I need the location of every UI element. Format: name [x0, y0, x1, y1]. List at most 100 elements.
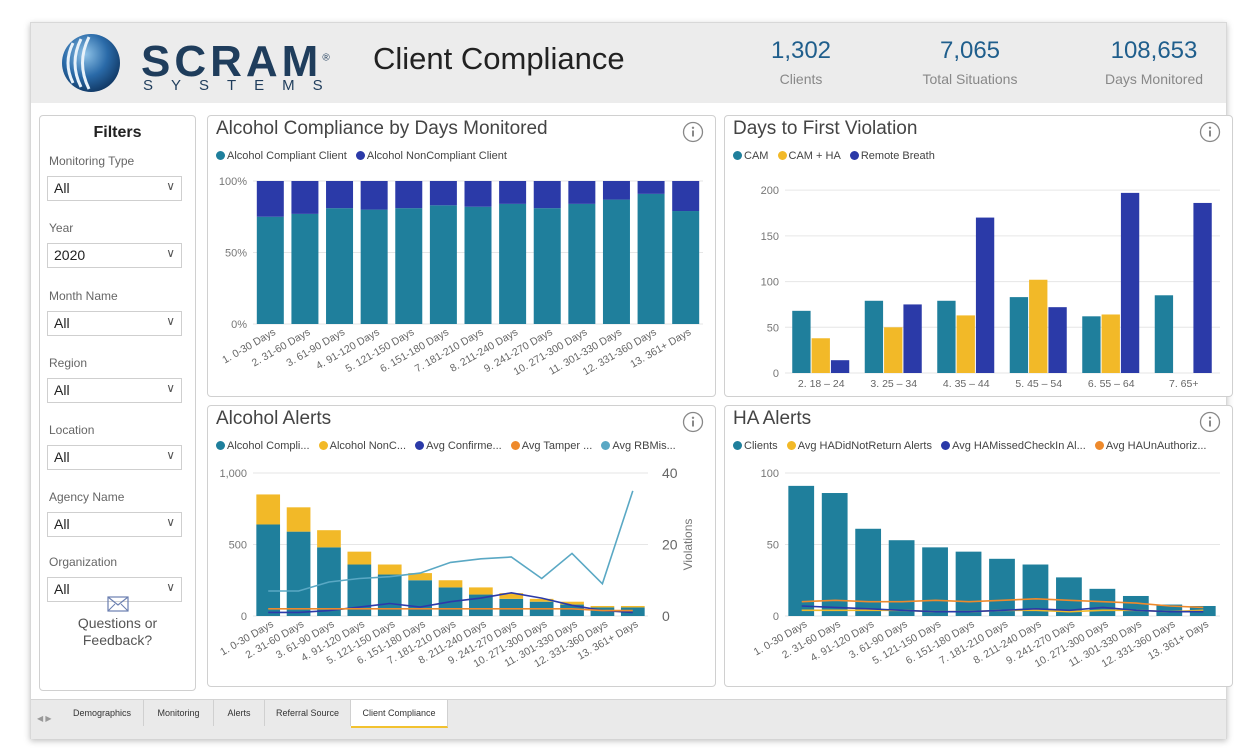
panel-days-to-first-violation: Days to First Violation CAM CAM + HA Rem…: [724, 115, 1233, 397]
legend-dot: [510, 441, 520, 450]
legend-dot: [216, 151, 225, 160]
legend-item[interactable]: Alcohol Compli...: [216, 440, 310, 452]
legend-label: Avg Tamper ...: [521, 440, 593, 452]
ha-alerts-chart: 0501001. 0-30 Days2. 31-60 Days4. 91-120…: [752, 468, 1220, 670]
legend-item[interactable]: Avg HAUnAuthoriz...: [1094, 440, 1207, 452]
legend-dot: [733, 151, 742, 160]
bar-segment: [602, 181, 630, 200]
info-icon[interactable]: [682, 121, 704, 143]
info-icon[interactable]: [1199, 411, 1221, 433]
kpi-label: Days Monitored: [1104, 71, 1204, 87]
bar: [989, 558, 1015, 616]
bar: [1154, 295, 1174, 373]
kpi-days-monitored: 108,653 Days Monitored: [1074, 37, 1234, 87]
tab-client-compliance[interactable]: Client Compliance: [351, 700, 448, 728]
chevron-down-icon: ∨: [166, 179, 175, 193]
bar-segment: [377, 574, 402, 616]
x-tick-label: 2. 18 – 24: [798, 378, 845, 390]
legend-dot: [733, 441, 742, 450]
tab-alerts[interactable]: Alerts: [214, 700, 265, 726]
bar-segment: [395, 208, 423, 324]
kpi-label: Clients: [779, 71, 823, 87]
bar: [1082, 316, 1101, 373]
x-tick-label: 6. 55 – 64: [1088, 378, 1135, 390]
info-icon[interactable]: [1199, 121, 1221, 143]
legend-item[interactable]: Avg HADidNotReturn Alerts: [786, 440, 932, 452]
filter-label-organization: Organization: [49, 555, 118, 569]
info-icon[interactable]: [682, 411, 704, 433]
kpi-clients: 1,302 Clients: [721, 37, 881, 87]
bar-segment: [499, 598, 524, 616]
bar: [1029, 279, 1048, 373]
chart-legend: Alcohol Compliant Client Alcohol NonComp…: [216, 150, 513, 162]
panel-title: Alcohol Alerts: [216, 408, 332, 429]
legend-item[interactable]: CAM: [733, 150, 768, 162]
filters-title: Filters: [93, 124, 142, 141]
filter-label-agency-name: Agency Name: [49, 490, 125, 504]
bar-segment: [286, 507, 311, 532]
bar: [821, 493, 848, 616]
chevron-down-icon: ∨: [166, 580, 175, 594]
filter-location-select[interactable]: All ∨: [47, 445, 182, 470]
y-tick-label: 50: [767, 540, 779, 552]
legend-item[interactable]: Alcohol Compliant Client: [216, 150, 347, 162]
bar: [811, 338, 830, 373]
tab-scroll-arrows[interactable]: ◀ ▶: [37, 714, 52, 723]
days-to-first-violation-chart: 0 50 100 150 200 2. 18 – 24 3. 25 – 34 4. 35 – …: [761, 185, 1220, 390]
bar-segment: [590, 605, 615, 608]
legend-item[interactable]: Alcohol NonCompliant Client: [355, 150, 507, 162]
legend-item[interactable]: Remote Breath: [849, 150, 935, 162]
legend-dot: [777, 151, 787, 160]
bar: [922, 547, 948, 616]
legend-item[interactable]: Clients: [733, 440, 778, 452]
bar: [1193, 202, 1212, 373]
bar: [855, 528, 882, 616]
panel-alcohol-compliance: Alcohol Compliance by Days Monitored Alc…: [207, 115, 716, 397]
filter-label-location: Location: [49, 423, 95, 437]
legend-item[interactable]: Avg Confirme...: [415, 440, 502, 452]
filter-year-select[interactable]: 2020 ∨: [47, 243, 182, 268]
bar-segment: [395, 181, 423, 209]
kpi-value: 108,653: [1110, 37, 1198, 64]
legend-item[interactable]: Avg Tamper ...: [510, 440, 593, 452]
legend-label: Avg RBMis...: [612, 440, 676, 452]
bar-segment: [568, 203, 596, 324]
y-tick-label: 150: [761, 231, 779, 243]
tab-referral-source[interactable]: Referral Source: [265, 700, 351, 726]
tab-monitoring[interactable]: Monitoring: [144, 700, 214, 726]
bar-segment: [637, 193, 665, 324]
y2-axis-label: Violations: [681, 519, 695, 571]
chevron-down-icon: ∨: [166, 381, 175, 395]
chevron-down-icon: ∨: [166, 314, 175, 328]
legend-item[interactable]: Avg HAMissedCheckIn Al...: [941, 440, 1086, 452]
page-tab-bar: ◀ ▶ Demographics Monitoring Alerts Refer…: [31, 699, 1226, 739]
bar: [884, 327, 903, 373]
bar: [792, 310, 811, 373]
bar-segment: [533, 181, 561, 209]
bar: [956, 315, 975, 373]
bar-segment: [256, 494, 281, 525]
legend-item[interactable]: Avg RBMis...: [601, 440, 676, 452]
bar-segment: [317, 530, 341, 548]
legend-item[interactable]: Alcohol NonC...: [318, 440, 406, 452]
feedback-link[interactable]: Questions or Feedback?: [40, 596, 195, 649]
filter-month-name-select[interactable]: All ∨: [47, 311, 182, 336]
chart-legend: Clients Avg HADidNotReturn Alerts Avg HA…: [733, 440, 1213, 452]
panel-title: Days to First Violation: [733, 118, 918, 139]
legend-label: Avg HAMissedCheckIn Al...: [952, 440, 1086, 452]
bar-segment: [464, 206, 492, 324]
kpi-value: 1,302: [770, 37, 832, 64]
filter-region-select[interactable]: All ∨: [47, 378, 182, 403]
legend-label: Avg HAUnAuthoriz...: [1105, 440, 1207, 452]
panel-title: HA Alerts: [733, 408, 812, 429]
filter-monitoring-type-select[interactable]: All ∨: [47, 176, 182, 201]
kpi-total-situations: 7,065 Total Situations: [890, 37, 1050, 87]
kpi-value: 7,065: [939, 37, 1001, 64]
filter-agency-name-select[interactable]: All ∨: [47, 512, 182, 537]
tab-demographics[interactable]: Demographics: [61, 700, 144, 726]
bar: [1122, 595, 1149, 616]
bar: [937, 300, 956, 373]
mail-icon: [106, 596, 129, 612]
report-header: SCRAM® SYSTEMS Client Compliance 1,302 C…: [31, 23, 1226, 103]
legend-item[interactable]: CAM + HA: [777, 150, 841, 162]
